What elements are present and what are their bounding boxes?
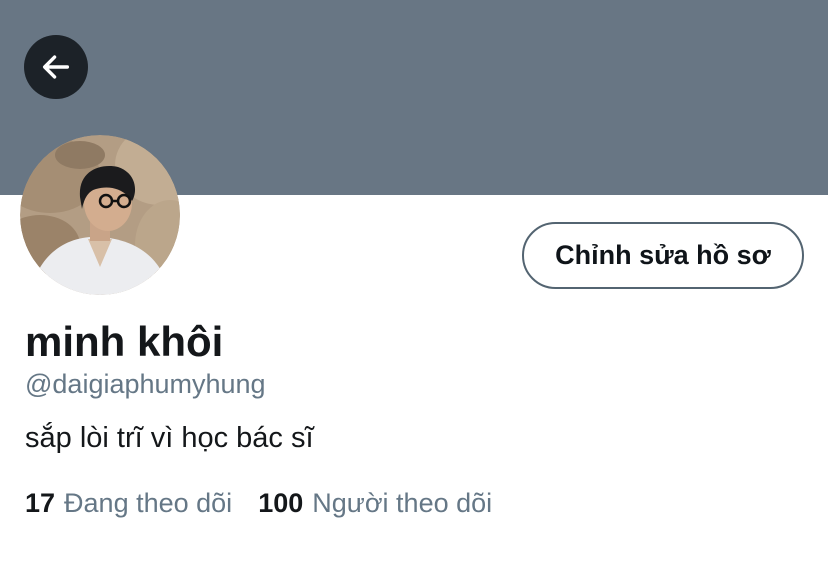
back-button[interactable] [24,35,88,99]
user-handle: @daigiaphumyhung [25,369,266,399]
following-link[interactable]: 17 Đang theo dõi [25,486,232,520]
arrow-left-icon [39,50,73,84]
display-name: minh khôi [25,318,224,365]
following-label: Đang theo dõi [64,488,233,518]
bio: sắp lòi trĩ vì học bác sĩ [25,422,314,454]
avatar[interactable] [20,135,180,295]
followers-link[interactable]: 100 Người theo dõi [258,486,492,520]
followers-label: Người theo dõi [312,488,493,518]
edit-profile-button[interactable]: Chỉnh sửa hồ sơ [522,222,804,289]
followers-count: 100 [258,488,304,518]
following-count: 17 [25,488,56,518]
follow-stats: 17 Đang theo dõi 100 Người theo dõi [25,486,492,520]
